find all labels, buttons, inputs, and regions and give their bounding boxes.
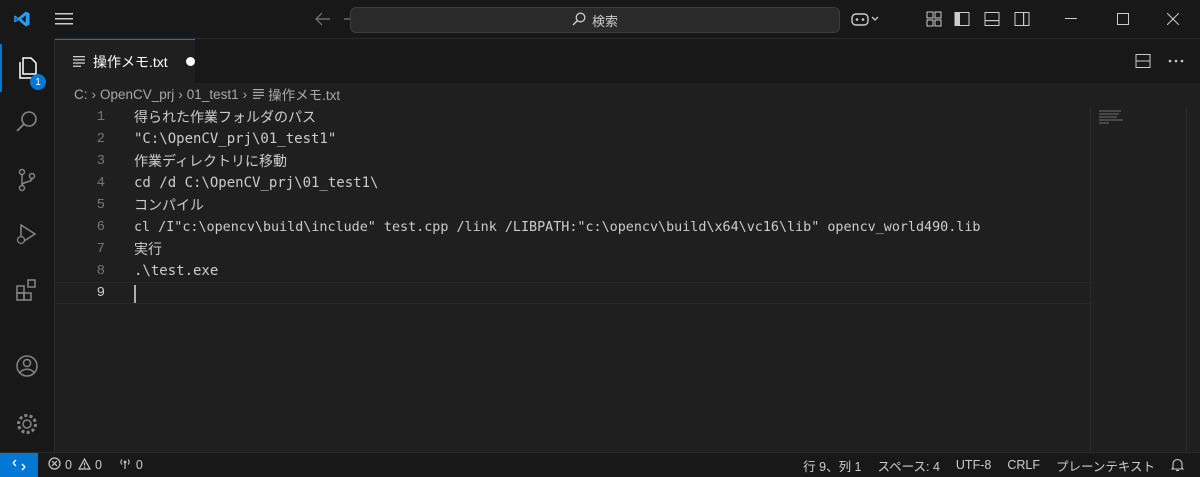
text-file-icon bbox=[253, 87, 265, 102]
command-center-search[interactable]: 検索 bbox=[350, 7, 840, 33]
explorer-badge: 1 bbox=[30, 74, 46, 90]
toggle-primary-sidebar-icon[interactable] bbox=[950, 0, 974, 38]
editor-line[interactable]: 1 得られた作業フォルダのパス bbox=[55, 106, 1090, 128]
error-icon bbox=[48, 457, 61, 473]
line-text[interactable]: 作業ディレクトリに移動 bbox=[134, 151, 287, 171]
customize-layout-icon[interactable] bbox=[922, 0, 946, 38]
radio-tower-icon bbox=[118, 457, 132, 473]
run-and-debug-icon[interactable] bbox=[0, 210, 54, 258]
line-text[interactable]: cl /I"c:\opencv\build\include" test.cpp … bbox=[134, 220, 981, 235]
chevron-right-icon: › bbox=[91, 86, 97, 102]
status-bar: 0 0 0 行 9、列 1 スペース: 4 UTF-8 CRLF プレーンテキス… bbox=[0, 452, 1200, 477]
title-bar: 検索 bbox=[0, 0, 1200, 39]
warning-icon bbox=[77, 457, 91, 473]
warning-count: 0 bbox=[94, 458, 102, 472]
error-count: 0 bbox=[65, 458, 72, 472]
source-control-icon[interactable] bbox=[0, 156, 54, 204]
breadcrumb-folder[interactable]: OpenCV_prj bbox=[100, 87, 174, 102]
extensions-icon[interactable] bbox=[0, 266, 54, 314]
line-text[interactable]: cd /d C:\OpenCV_prj\01_test1\ bbox=[134, 175, 378, 191]
breadcrumb-drive[interactable]: C: bbox=[74, 87, 88, 102]
ports-status[interactable]: 0 bbox=[110, 457, 151, 473]
accounts-icon[interactable] bbox=[0, 342, 54, 390]
search-icon bbox=[572, 12, 586, 29]
line-number: 6 bbox=[96, 219, 105, 235]
editor-line[interactable]: 2 "C:\OpenCV_prj\01_test1" bbox=[55, 128, 1090, 150]
ports-count: 0 bbox=[135, 458, 143, 472]
close-window-icon[interactable] bbox=[1150, 0, 1196, 38]
tab-file[interactable]: 操作メモ.txt bbox=[55, 39, 195, 83]
line-text[interactable]: .\test.exe bbox=[134, 263, 218, 279]
toggle-panel-icon[interactable] bbox=[980, 0, 1004, 38]
breadcrumb-file[interactable]: 操作メモ.txt bbox=[268, 84, 340, 104]
remote-indicator[interactable] bbox=[0, 453, 38, 477]
editor-line[interactable]: 7 実行 bbox=[55, 238, 1090, 260]
line-text[interactable]: "C:\OpenCV_prj\01_test1" bbox=[134, 131, 336, 147]
chevron-right-icon: › bbox=[242, 86, 248, 102]
minimap[interactable] bbox=[1090, 106, 1187, 452]
line-text[interactable]: コンパイル bbox=[134, 195, 204, 215]
search-view-icon[interactable] bbox=[0, 98, 54, 146]
vscode-logo-icon bbox=[8, 0, 36, 38]
vertical-scrollbar[interactable] bbox=[1186, 106, 1200, 452]
breadcrumb-subfolder[interactable]: 01_test1 bbox=[187, 87, 239, 102]
activity-bar: 1 bbox=[0, 38, 55, 452]
indentation[interactable]: スペース: 4 bbox=[870, 456, 948, 475]
minimize-icon[interactable] bbox=[1048, 0, 1094, 38]
maximize-icon[interactable] bbox=[1100, 0, 1146, 38]
search-label: 検索 bbox=[591, 13, 618, 29]
more-actions-icon[interactable] bbox=[1161, 43, 1191, 79]
split-editor-icon[interactable] bbox=[1131, 43, 1155, 79]
editor-line[interactable]: 6 cl /I"c:\opencv\build\include" test.cp… bbox=[55, 216, 1090, 238]
line-text[interactable]: 実行 bbox=[134, 239, 162, 259]
editor-line-current[interactable]: 9 bbox=[55, 282, 1090, 304]
line-number: 4 bbox=[96, 175, 105, 191]
editor-line[interactable]: 8 .\test.exe bbox=[55, 260, 1090, 282]
toggle-secondary-sidebar-icon[interactable] bbox=[1010, 0, 1034, 38]
chevron-right-icon: › bbox=[178, 86, 183, 102]
cursor-position[interactable]: 行 9、列 1 bbox=[795, 456, 869, 475]
line-number: 9 bbox=[96, 285, 105, 301]
editor-line[interactable]: 5 コンパイル bbox=[55, 194, 1090, 216]
copilot-icon[interactable] bbox=[846, 0, 886, 38]
language-mode[interactable]: プレーンテキスト bbox=[1048, 456, 1163, 475]
editor-line[interactable]: 3 作業ディレクトリに移動 bbox=[55, 150, 1090, 172]
line-number: 5 bbox=[96, 197, 105, 213]
explorer-icon[interactable]: 1 bbox=[0, 44, 54, 92]
menu-icon[interactable] bbox=[50, 0, 78, 38]
line-text[interactable]: 得られた作業フォルダのパス bbox=[134, 107, 316, 127]
manage-gear-icon[interactable] bbox=[0, 400, 54, 448]
notifications-bell-icon[interactable] bbox=[1163, 458, 1200, 472]
editor-line[interactable]: 4 cd /d C:\OpenCV_prj\01_test1\ bbox=[55, 172, 1090, 194]
tab-filename: 操作メモ.txt bbox=[93, 53, 168, 70]
breadcrumb: C: › OpenCV_prj › 01_test1 › 操作メモ.txt bbox=[74, 83, 340, 105]
unsaved-dot-icon[interactable] bbox=[185, 57, 195, 66]
problems-status[interactable]: 0 0 bbox=[38, 457, 110, 473]
end-of-line[interactable]: CRLF bbox=[999, 458, 1048, 472]
encoding[interactable]: UTF-8 bbox=[948, 458, 999, 472]
text-editor[interactable]: 1 得られた作業フォルダのパス 2 "C:\OpenCV_prj\01_test… bbox=[55, 106, 1090, 452]
line-number: 2 bbox=[96, 131, 105, 147]
line-number: 1 bbox=[96, 109, 105, 125]
back-arrow-icon[interactable] bbox=[312, 0, 334, 38]
text-file-icon bbox=[73, 54, 85, 70]
line-number: 3 bbox=[96, 153, 105, 169]
line-number: 7 bbox=[96, 241, 105, 257]
line-number: 8 bbox=[96, 263, 105, 279]
text-cursor bbox=[134, 285, 136, 303]
editor-tab-bar: 操作メモ.txt bbox=[55, 39, 1200, 83]
